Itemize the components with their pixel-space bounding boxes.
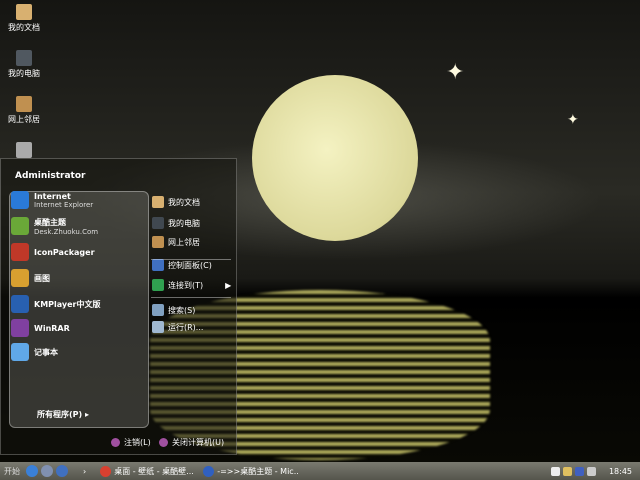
start-menu-item[interactable]: 运行(R)... [152, 321, 203, 333]
program-title: WinRAR [34, 323, 70, 333]
start-button[interactable]: 开始 [4, 466, 20, 477]
item-icon [152, 259, 164, 271]
start-menu-item[interactable]: 我的文档 [152, 196, 200, 208]
desktop-icon-my-computer[interactable]: 我的电脑 [2, 50, 46, 79]
program-icon [11, 217, 29, 235]
start-menu: Administrator Internet Internet Explorer 桌… [0, 158, 237, 455]
program-subtitle: Desk.Zhuoku.Com [34, 227, 99, 236]
program-title: KMPlayer中文版 [34, 299, 101, 309]
program-title: Internet [34, 191, 71, 201]
start-menu-item[interactable]: 控制面板(C) [152, 259, 212, 271]
clock: 18:45 [608, 466, 632, 476]
program-icon [11, 295, 29, 313]
start-menu-item[interactable]: 搜索(S) [152, 304, 195, 316]
program-icon [11, 243, 29, 261]
item-icon [152, 304, 164, 316]
item-icon [152, 217, 164, 229]
item-icon [152, 196, 164, 208]
pinned-program[interactable]: WinRAR [11, 317, 70, 339]
desktop-icon-network[interactable]: 网上邻居 [2, 96, 46, 125]
ie-icon[interactable] [26, 465, 38, 477]
pinned-program[interactable]: 记事本 [11, 341, 58, 363]
item-icon [152, 236, 164, 248]
pinned-program[interactable]: 画图 [11, 267, 50, 289]
program-icon [11, 269, 29, 287]
taskbar-button[interactable]: 桌面 - 壁纸 - 桌酷壁... [100, 465, 195, 477]
item-icon [152, 321, 164, 333]
user-name: Administrator [15, 171, 86, 181]
program-title: 记事本 [34, 347, 58, 357]
program-icon [11, 319, 29, 337]
divider [151, 259, 231, 260]
program-icon [11, 191, 29, 209]
media-icon[interactable] [41, 465, 53, 477]
system-tray: 18:45 [550, 466, 640, 476]
pinned-program[interactable]: IconPackager [11, 241, 95, 263]
tray-icon[interactable] [574, 466, 584, 476]
moon [252, 75, 418, 241]
program-subtitle: Internet Explorer [34, 200, 94, 209]
tray-icon[interactable] [550, 466, 560, 476]
taskbar-button[interactable]: -=>>桌酷主题 - Mic... [203, 465, 298, 477]
program-title: 画图 [34, 273, 50, 283]
recycle-bin-icon [16, 142, 32, 158]
pinned-program[interactable]: Internet Internet Explorer [11, 189, 93, 211]
pinned-program[interactable]: 桌酷主题 Desk.Zhuoku.Com [11, 215, 98, 237]
program-title: IconPackager [34, 247, 95, 257]
divider [151, 297, 231, 298]
program-icon [11, 343, 29, 361]
tray-icon[interactable] [586, 466, 596, 476]
desktop-icon[interactable] [56, 465, 68, 477]
computer-icon [16, 50, 32, 66]
folder-icon [16, 4, 32, 20]
start-menu-item[interactable]: 网上邻居 [152, 236, 200, 248]
desktop-icon-my-documents[interactable]: 我的文档 [2, 4, 46, 33]
chrome-icon [100, 465, 112, 477]
tray-icon[interactable] [562, 466, 572, 476]
all-programs-button[interactable]: 所有程序(P) ▸ [37, 409, 89, 420]
star: ✦ [567, 112, 579, 128]
pinned-program[interactable]: KMPlayer中文版 [11, 293, 101, 315]
shutdown-button[interactable]: 关闭计算机(U) [159, 437, 224, 448]
start-menu-item[interactable]: 连接到(T) ▶ [152, 279, 231, 291]
logoff-button[interactable]: 注销(L) [111, 437, 151, 448]
star: ✦ [446, 60, 465, 85]
logoff-icon [111, 438, 120, 447]
start-menu-item[interactable]: 我的电脑 [152, 217, 200, 229]
taskbar: 开始 › 桌面 - 壁纸 - 桌酷壁... -=>>桌酷主题 - Mic... 1… [0, 462, 640, 480]
quicklaunch-expand-button[interactable]: › [83, 467, 86, 476]
network-icon [16, 96, 32, 112]
submenu-arrow-icon: ▶ [225, 280, 232, 290]
word-icon [203, 465, 215, 477]
item-icon [152, 279, 164, 291]
shutdown-icon [159, 438, 168, 447]
program-title: 桌酷主题 [34, 217, 66, 227]
